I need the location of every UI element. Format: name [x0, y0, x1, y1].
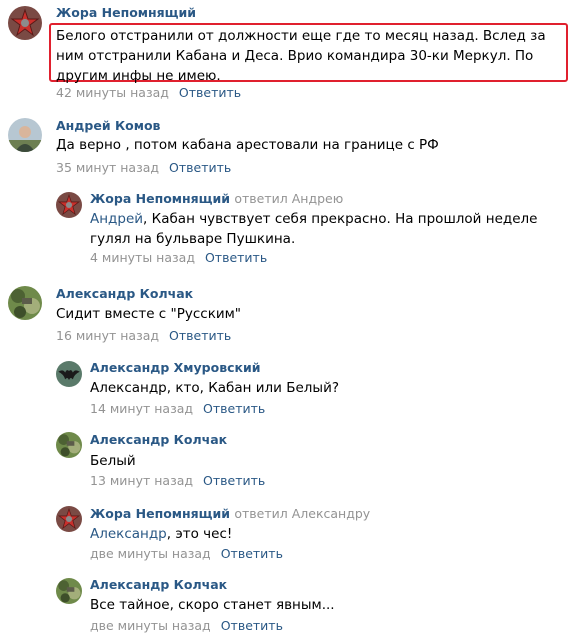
comment: Александр Колчак Сидит вместе с "Русским…: [0, 280, 571, 350]
comment-text: Белого отстранили от должности еще где т…: [56, 28, 546, 84]
mention-link[interactable]: Андрей: [90, 211, 143, 227]
comment-author: Жора Непомнящий ответил Александру: [90, 505, 370, 523]
comment-time[interactable]: 14 минут назад: [90, 401, 193, 416]
avatar-camo-photo[interactable]: [56, 578, 82, 604]
comment-text: Александр, кто, Кабан или Белый?: [90, 380, 340, 396]
comment-meta: 16 минут назад Ответить: [56, 327, 231, 345]
avatar-star-icon[interactable]: [8, 6, 42, 40]
comment-reply: Александр Колчак Белый 13 минут назад Отв…: [0, 424, 571, 496]
comment-meta: 4 минуты назад Ответить: [90, 249, 267, 267]
comment-meta: две минуты назад Ответить: [90, 617, 283, 635]
comment-author[interactable]: Александр Колчак: [90, 431, 227, 449]
reply-link[interactable]: Ответить: [203, 473, 265, 488]
avatar-camo-photo[interactable]: [8, 286, 42, 320]
comment-time[interactable]: 42 минуты назад: [56, 85, 169, 100]
comment-meta: 42 минуты назад Ответить: [56, 84, 241, 102]
comment-meta: 13 минут назад Ответить: [90, 472, 265, 490]
reply-link[interactable]: Ответить: [205, 250, 267, 265]
reply-link[interactable]: Ответить: [221, 618, 283, 633]
avatar-bat-emblem-icon[interactable]: [56, 361, 82, 387]
comment-text: Да верно , потом кабана арестовали на гр…: [56, 137, 439, 153]
reply-link[interactable]: Ответить: [169, 328, 231, 343]
avatar-star-icon[interactable]: [56, 506, 82, 532]
comment-time[interactable]: 35 минут назад: [56, 160, 159, 175]
comment-author[interactable]: Жора Непомнящий: [56, 4, 196, 22]
comment-author-link[interactable]: Жора Непомнящий: [90, 191, 230, 206]
comment-author[interactable]: Александр Колчак: [56, 285, 193, 303]
avatar-camo-photo[interactable]: [56, 432, 82, 458]
comment-reply: Александр Колчак Все тайное, скоро стане…: [0, 570, 571, 637]
comment-meta: 35 минут назад Ответить: [56, 159, 231, 177]
comment-text: Белый: [90, 453, 136, 469]
reply-link[interactable]: Ответить: [169, 160, 231, 175]
comment-meta: 14 минут назад Ответить: [90, 400, 265, 418]
comment-text: Сидит вместе с "Русским": [56, 306, 242, 322]
comment-text: Александр, это чес!: [90, 524, 562, 544]
comment-reply: Жора Непомнящий ответил Андрею Андрей, К…: [0, 182, 571, 280]
comment-time[interactable]: 16 минут назад: [56, 328, 159, 343]
reply-link[interactable]: Ответить: [179, 85, 241, 100]
comment-author: Жора Непомнящий ответил Андрею: [90, 190, 343, 208]
comment-author[interactable]: Александр Хмуровский: [90, 359, 261, 377]
avatar-person-photo[interactable]: [8, 118, 42, 152]
reply-link[interactable]: Ответить: [221, 546, 283, 561]
comment-time[interactable]: две минуты назад: [90, 618, 211, 633]
comment-text: Все тайное, скоро станет явным...: [90, 597, 335, 613]
comment: Андрей Комов Да верно , потом кабана аре…: [0, 110, 571, 188]
comment-text: Андрей, Кабан чувствует себя прекрасно. …: [90, 209, 562, 249]
comment-author[interactable]: Андрей Комов: [56, 117, 160, 135]
comment-reply: Жора Непомнящий ответил Александру Алекс…: [0, 496, 571, 570]
avatar-star-icon[interactable]: [56, 192, 82, 218]
mention-link[interactable]: Александр: [90, 526, 167, 542]
comment-reply: Александр Хмуровский Александр, кто, Каб…: [0, 350, 571, 424]
comment-text-body: , Кабан чувствует себя прекрасно. На про…: [90, 211, 538, 247]
comment-author-link[interactable]: Жора Непомнящий: [90, 506, 230, 521]
reply-link[interactable]: Ответить: [203, 401, 265, 416]
comment-author[interactable]: Александр Колчак: [90, 576, 227, 594]
comment-meta: две минуты назад Ответить: [90, 545, 283, 563]
comment-time[interactable]: две минуты назад: [90, 546, 211, 561]
replied-to[interactable]: ответил Андрею: [234, 191, 343, 206]
replied-to[interactable]: ответил Александру: [234, 506, 370, 521]
comment-time[interactable]: 13 минут назад: [90, 473, 193, 488]
comment-text-body: , это чес!: [166, 526, 233, 542]
comment-time[interactable]: 4 минуты назад: [90, 250, 195, 265]
comment: Жора Непомнящий Белого отстранили от дол…: [0, 0, 571, 110]
